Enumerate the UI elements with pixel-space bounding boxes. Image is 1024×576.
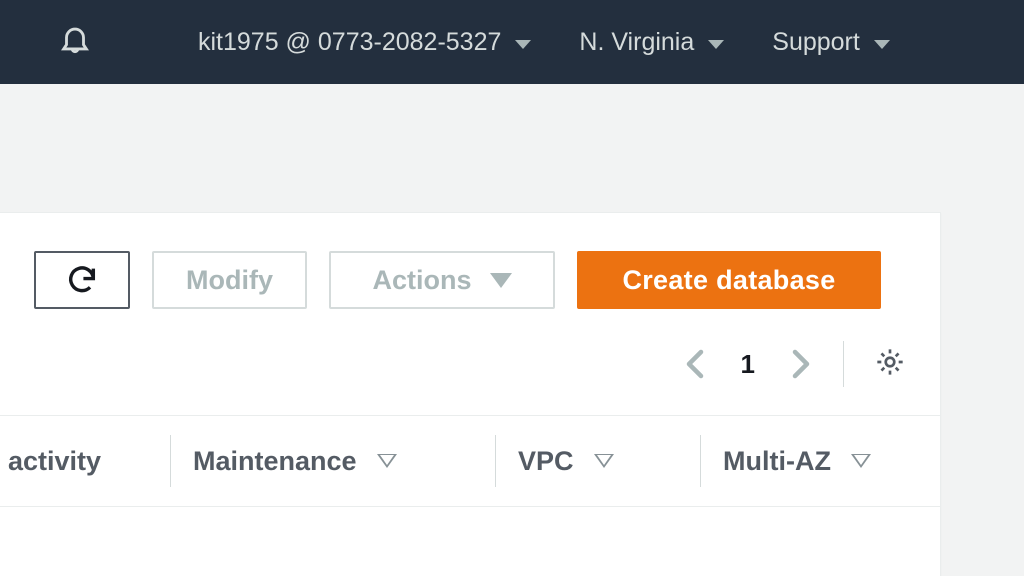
column-label: Multi-AZ: [723, 446, 831, 477]
actions-label: Actions: [372, 265, 471, 296]
databases-panel: Modify Actions Create database 1: [0, 212, 941, 576]
chevron-left-icon: [686, 349, 704, 379]
prev-page-button[interactable]: [683, 345, 707, 383]
column-label: Maintenance: [193, 446, 357, 477]
page-body: Modify Actions Create database 1: [0, 84, 1024, 576]
region-menu[interactable]: N. Virginia: [579, 28, 724, 57]
next-page-button[interactable]: [789, 345, 813, 383]
notifications-icon[interactable]: [58, 22, 92, 63]
account-menu[interactable]: kit1975 @ 0773-2082-5327: [198, 28, 531, 57]
caret-down-icon: [874, 40, 890, 49]
column-header-maintenance[interactable]: Maintenance: [171, 435, 495, 487]
refresh-button[interactable]: [34, 251, 130, 309]
modify-label: Modify: [186, 265, 273, 296]
column-label: activity: [8, 446, 101, 477]
support-label: Support: [772, 28, 860, 57]
sort-icon: [377, 454, 397, 468]
create-database-button[interactable]: Create database: [577, 251, 881, 309]
modify-button[interactable]: Modify: [152, 251, 307, 309]
caret-down-icon: [708, 40, 724, 49]
column-header-vpc[interactable]: VPC: [496, 435, 700, 487]
caret-down-icon: [515, 40, 531, 49]
create-database-label: Create database: [622, 265, 835, 296]
column-label: VPC: [518, 446, 574, 477]
sort-icon: [594, 454, 614, 468]
column-header-activity[interactable]: activity: [0, 435, 170, 487]
gear-icon: [874, 346, 906, 378]
caret-down-icon: [490, 273, 512, 288]
action-bar: Modify Actions Create database: [0, 213, 940, 329]
support-menu[interactable]: Support: [772, 28, 890, 57]
pagination-bar: 1: [0, 329, 940, 415]
sort-icon: [851, 454, 871, 468]
chevron-right-icon: [792, 349, 810, 379]
region-label: N. Virginia: [579, 28, 694, 57]
top-nav: kit1975 @ 0773-2082-5327 N. Virginia Sup…: [0, 0, 1024, 84]
page-number: 1: [733, 349, 763, 380]
account-label: kit1975 @ 0773-2082-5327: [198, 28, 501, 57]
actions-menu-button[interactable]: Actions: [329, 251, 555, 309]
refresh-icon: [65, 263, 99, 297]
column-header-multiaz[interactable]: Multi-AZ: [701, 435, 937, 487]
table-header-row: activity Maintenance VPC Multi-AZ: [0, 415, 940, 507]
divider: [843, 341, 844, 387]
table-settings-button[interactable]: [874, 346, 906, 383]
